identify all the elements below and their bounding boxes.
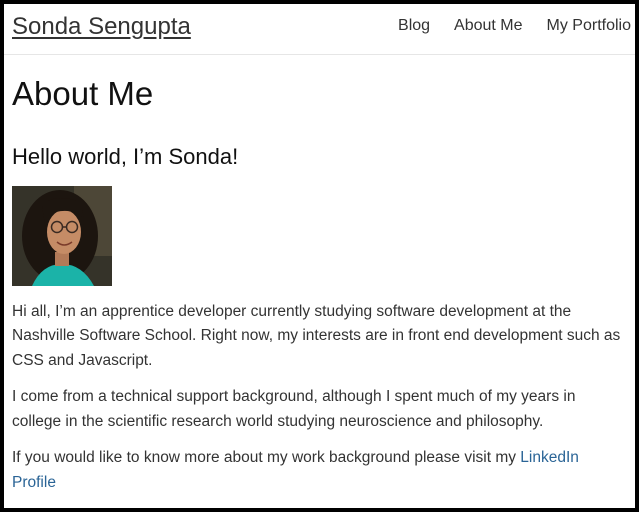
intro-paragraph: Hi all, I’m an apprentice developer curr…: [12, 302, 621, 369]
main-content: About Me Hello world, I’m Sonda! Hi all,…: [12, 74, 624, 495]
nav-my-portfolio-link[interactable]: My Portfolio: [547, 17, 631, 35]
nav-about-me-link[interactable]: About Me: [454, 17, 522, 35]
linkedin-paragraph: If you would like to know more about my …: [12, 446, 624, 495]
site-title-link[interactable]: Sonda Sengupta: [12, 13, 191, 41]
profile-photo: [12, 185, 112, 286]
main-nav: Blog About Me My Portfolio: [398, 17, 631, 35]
background-paragraph: I come from a technical support backgrou…: [12, 388, 576, 430]
browser-viewport: Sonda Sengupta Blog About Me My Portfoli…: [4, 4, 635, 508]
site-header: Sonda Sengupta Blog About Me My Portfoli…: [4, 4, 635, 55]
greeting-heading: Hello world, I’m Sonda!: [12, 143, 239, 169]
linkedin-paragraph-text: If you would like to know more about my …: [12, 449, 521, 467]
page-title: About Me: [12, 75, 154, 112]
nav-blog-link[interactable]: Blog: [398, 17, 430, 35]
